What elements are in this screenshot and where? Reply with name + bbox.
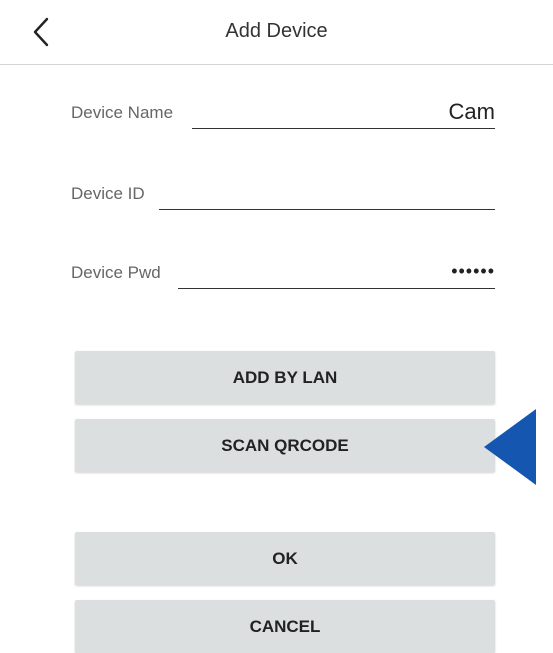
app-header: Add Device — [0, 0, 553, 65]
device-pwd-field: Device Pwd — [71, 253, 495, 289]
device-name-input[interactable] — [192, 95, 495, 129]
ok-button[interactable]: OK — [75, 532, 495, 585]
device-id-label: Device ID — [71, 184, 145, 203]
add-by-lan-button[interactable]: ADD BY LAN — [75, 351, 495, 404]
cancel-button[interactable]: CANCEL — [75, 600, 495, 653]
device-pwd-input[interactable] — [178, 255, 495, 289]
device-pwd-label: Device Pwd — [71, 263, 161, 282]
device-name-field: Device Name — [71, 93, 495, 129]
device-id-field: Device ID — [71, 174, 495, 210]
device-name-label: Device Name — [71, 103, 174, 122]
scan-qrcode-button[interactable]: SCAN QRCODE — [75, 419, 495, 472]
page-title: Add Device — [225, 20, 328, 42]
device-id-input[interactable] — [159, 176, 495, 210]
triangle-left-pointer-icon — [484, 409, 536, 485]
